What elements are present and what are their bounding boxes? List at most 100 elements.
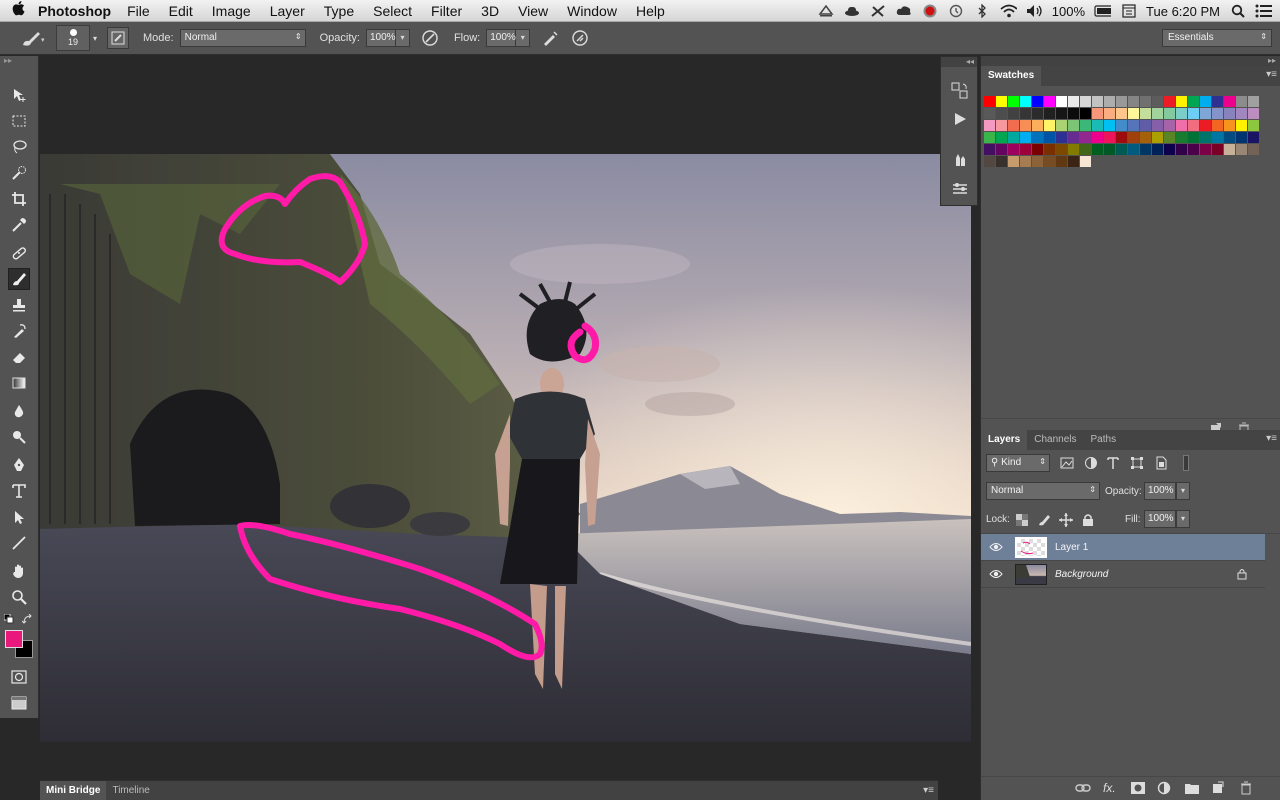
menu-file[interactable]: File bbox=[127, 3, 150, 19]
color-swatch[interactable] bbox=[1200, 132, 1211, 143]
color-swatch[interactable] bbox=[1044, 144, 1055, 155]
document-canvas[interactable] bbox=[40, 154, 971, 742]
color-swatch[interactable] bbox=[1188, 120, 1199, 131]
wifi-icon[interactable] bbox=[1000, 4, 1017, 18]
color-swatch[interactable] bbox=[1080, 132, 1091, 143]
color-swatch[interactable] bbox=[1104, 132, 1115, 143]
workspace-switcher[interactable]: Essentials ⇕ bbox=[1162, 29, 1272, 47]
color-swatch[interactable] bbox=[1236, 120, 1247, 131]
color-swatch[interactable] bbox=[1200, 120, 1211, 131]
color-swatch[interactable] bbox=[1140, 108, 1151, 119]
menu-select[interactable]: Select bbox=[373, 3, 412, 19]
delete-layer-icon[interactable] bbox=[1239, 781, 1253, 795]
hat-icon[interactable] bbox=[844, 4, 861, 18]
color-swatch[interactable] bbox=[1128, 132, 1139, 143]
marquee-tool-icon[interactable] bbox=[8, 110, 30, 132]
color-swatch[interactable] bbox=[1224, 96, 1235, 107]
color-swatch[interactable] bbox=[1248, 132, 1259, 143]
brush-tool-icon[interactable] bbox=[8, 268, 30, 290]
filter-toggle-switch[interactable] bbox=[1183, 455, 1189, 471]
color-swatch[interactable] bbox=[1248, 120, 1259, 131]
menu-type[interactable]: Type bbox=[324, 3, 354, 19]
flow-input[interactable]: 100% bbox=[486, 29, 517, 47]
line-tool-icon[interactable] bbox=[8, 532, 30, 554]
color-swatch[interactable] bbox=[1044, 156, 1055, 167]
color-swatch[interactable] bbox=[1080, 156, 1091, 167]
color-swatch[interactable] bbox=[1152, 96, 1163, 107]
fill-dropdown[interactable]: ▾ bbox=[1176, 510, 1190, 528]
clone-stamp-tool-icon[interactable] bbox=[8, 294, 30, 316]
smart-object-filter-icon[interactable] bbox=[1153, 455, 1169, 471]
new-group-folder-icon[interactable] bbox=[1185, 782, 1199, 796]
pressure-opacity-icon[interactable] bbox=[420, 28, 440, 48]
color-swatch[interactable] bbox=[1092, 132, 1103, 143]
path-selection-tool-icon[interactable] bbox=[8, 506, 30, 528]
menu-3d[interactable]: 3D bbox=[481, 3, 499, 19]
color-swatch[interactable] bbox=[1056, 132, 1067, 143]
pen-tool-icon[interactable] bbox=[8, 454, 30, 476]
color-swatch[interactable] bbox=[984, 144, 995, 155]
color-swatch[interactable] bbox=[1164, 132, 1175, 143]
opacity-slider-dropdown[interactable]: ▾ bbox=[395, 29, 410, 47]
brush-panel-toggle-button[interactable] bbox=[107, 27, 130, 49]
menu-edit[interactable]: Edit bbox=[169, 3, 193, 19]
pressure-size-icon[interactable] bbox=[570, 28, 590, 48]
color-swatch[interactable] bbox=[1056, 120, 1067, 131]
color-swatch[interactable] bbox=[1032, 144, 1043, 155]
color-swatch[interactable] bbox=[1056, 96, 1067, 107]
color-swatch[interactable] bbox=[1068, 156, 1079, 167]
notification-center-icon[interactable] bbox=[1255, 4, 1272, 18]
color-swatch[interactable] bbox=[1212, 144, 1223, 155]
color-swatch[interactable] bbox=[984, 96, 995, 107]
color-swatch[interactable] bbox=[1032, 96, 1043, 107]
color-swatch[interactable] bbox=[1104, 144, 1115, 155]
screen-mode-icon[interactable] bbox=[8, 692, 30, 714]
quick-selection-tool-icon[interactable] bbox=[8, 162, 30, 184]
color-swatch[interactable] bbox=[1020, 108, 1031, 119]
gradient-tool-icon[interactable] bbox=[8, 372, 30, 394]
color-swatch[interactable] bbox=[1056, 144, 1067, 155]
lock-transparency-icon[interactable] bbox=[1015, 513, 1029, 527]
strip-collapse-icon[interactable]: ◂◂ bbox=[941, 57, 977, 67]
color-swatch[interactable] bbox=[1176, 120, 1187, 131]
layer-blend-mode-select[interactable]: Normal ⇕ bbox=[986, 482, 1100, 500]
volume-icon[interactable] bbox=[1026, 4, 1043, 18]
panel-menu-icon[interactable]: ▾≡ bbox=[923, 785, 934, 796]
color-swatch[interactable] bbox=[1188, 144, 1199, 155]
color-swatch[interactable] bbox=[984, 120, 995, 131]
color-swatch[interactable] bbox=[1152, 120, 1163, 131]
color-swatch[interactable] bbox=[1236, 108, 1247, 119]
color-swatch[interactable] bbox=[1116, 96, 1127, 107]
tab-mini-bridge[interactable]: Mini Bridge bbox=[40, 781, 107, 800]
color-swatch[interactable] bbox=[996, 144, 1007, 155]
color-swatch[interactable] bbox=[1008, 96, 1019, 107]
tab-swatches[interactable]: Swatches bbox=[981, 66, 1042, 86]
tools-icon[interactable] bbox=[870, 4, 887, 18]
color-swatch[interactable] bbox=[1068, 108, 1079, 119]
layer-name[interactable]: Background bbox=[1055, 569, 1108, 580]
bluetooth-icon[interactable] bbox=[974, 4, 991, 18]
calendar-icon[interactable] bbox=[1120, 4, 1137, 18]
color-swatch[interactable] bbox=[1140, 120, 1151, 131]
color-swatch[interactable] bbox=[1068, 144, 1079, 155]
lasso-tool-icon[interactable] bbox=[8, 136, 30, 158]
color-swatch[interactable] bbox=[1116, 108, 1127, 119]
color-swatch[interactable] bbox=[984, 108, 995, 119]
color-swatch[interactable] bbox=[1188, 96, 1199, 107]
color-swatch[interactable] bbox=[1116, 132, 1127, 143]
type-layer-filter-icon[interactable] bbox=[1105, 455, 1121, 471]
brush-presets-icon[interactable] bbox=[950, 179, 970, 199]
color-swatch[interactable] bbox=[1080, 108, 1091, 119]
healing-brush-tool-icon[interactable] bbox=[8, 242, 30, 264]
color-swatch[interactable] bbox=[1164, 120, 1175, 131]
color-swatch[interactable] bbox=[1152, 144, 1163, 155]
color-swatch[interactable] bbox=[1128, 96, 1139, 107]
menu-image[interactable]: Image bbox=[212, 3, 251, 19]
color-swatch[interactable] bbox=[1248, 144, 1259, 155]
color-swatch[interactable] bbox=[996, 120, 1007, 131]
menu-window[interactable]: Window bbox=[567, 3, 617, 19]
color-swatch[interactable] bbox=[1188, 132, 1199, 143]
tab-paths[interactable]: Paths bbox=[1084, 430, 1124, 450]
tab-layers[interactable]: Layers bbox=[981, 430, 1028, 450]
color-swatch[interactable] bbox=[1224, 132, 1235, 143]
